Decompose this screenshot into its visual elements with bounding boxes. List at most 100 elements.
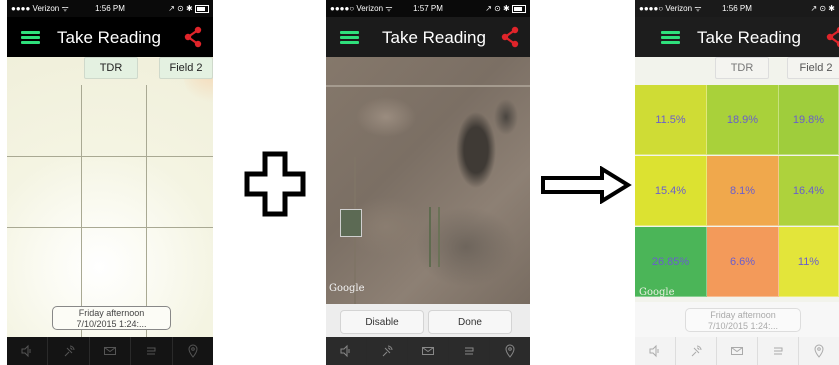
moisture-value: 11.5% [655, 113, 686, 126]
reading-grid-area[interactable]: TDR Field 2 11.5% 18.9% 19.8% 15.4% 8.1% 16.4… [635, 57, 839, 337]
tab-volume[interactable] [326, 337, 367, 365]
satellite-icon [382, 345, 393, 357]
satellite-map[interactable]: Google [326, 57, 530, 304]
envelope-icon [104, 347, 117, 355]
status-icons: ↗ ⊙ ✱ [810, 4, 835, 13]
button-row: Disable Done [326, 304, 530, 337]
hamburger-menu-icon[interactable] [661, 31, 680, 44]
moisture-cell[interactable]: 19.8% [779, 85, 839, 155]
status-icons: ↗ ⊙ ✱ [168, 4, 209, 13]
map-road [438, 207, 440, 267]
field-selector[interactable]: Field 2 [787, 57, 839, 79]
tab-satellite[interactable] [48, 337, 90, 365]
farmstead [340, 209, 362, 237]
google-watermark: Google [639, 287, 675, 298]
lower-panel: Friday afternoon 7/10/2015 1:24:... [635, 302, 839, 337]
battery-icon [512, 4, 526, 13]
battery-icon [195, 4, 209, 13]
timestamp-day: Friday afternoon [78, 308, 145, 318]
google-watermark: Google [329, 283, 365, 294]
tab-location[interactable] [799, 337, 839, 365]
map-road [429, 207, 431, 267]
tab-volume[interactable] [635, 337, 676, 365]
right-arrow-icon [541, 166, 632, 204]
moisture-value: 11% [797, 255, 820, 268]
satellite-icon [64, 345, 75, 357]
done-button[interactable]: Done [428, 310, 512, 334]
plus-outline-icon [244, 151, 306, 217]
page-title: Take Reading [382, 28, 486, 47]
nav-bar: Take Reading [635, 17, 839, 57]
page-title: Take Reading [697, 28, 801, 47]
tab-transfer[interactable] [449, 337, 490, 365]
grid-line [146, 85, 147, 337]
tab-satellite[interactable] [676, 337, 717, 365]
clock-label: 1:56 PM [722, 4, 752, 13]
moisture-cell[interactable]: 15.4% [635, 156, 707, 226]
disable-button[interactable]: Disable [340, 310, 424, 334]
tab-messages[interactable] [408, 337, 449, 365]
nav-bar: Take Reading [7, 17, 213, 57]
share-icon[interactable] [183, 26, 203, 48]
status-bar: ●●●●○ Verizon ᯤ 1:57 PM ↗ ⊙ ✱ [326, 0, 530, 17]
tab-volume[interactable] [7, 337, 49, 365]
tab-messages[interactable] [717, 337, 758, 365]
tdr-button[interactable]: TDR [715, 57, 769, 79]
phone-screen-result: ●●●●○ Verizon ᯤ 1:56 PM ↗ ⊙ ✱ Take Readi… [635, 0, 839, 365]
hamburger-menu-icon[interactable] [21, 31, 40, 44]
page-title: Take Reading [57, 28, 161, 47]
transfer-icon [774, 347, 783, 355]
moisture-cell[interactable]: 11% [779, 227, 839, 297]
tab-satellite[interactable] [367, 337, 408, 365]
tab-transfer[interactable] [131, 337, 173, 365]
moisture-value: 18.9% [726, 113, 759, 126]
transfer-icon [465, 347, 474, 355]
tab-transfer[interactable] [758, 337, 799, 365]
grid-line [81, 85, 82, 337]
moisture-value: 26.85% [651, 255, 690, 268]
moisture-value: 16.4% [792, 184, 825, 197]
tdr-button[interactable]: TDR [84, 57, 138, 79]
status-symbols: ↗ ⊙ ✱ [810, 4, 835, 13]
status-bar: ●●●● Verizon ᯤ 1:56 PM ↗ ⊙ ✱ [7, 0, 213, 17]
speaker-icon [649, 344, 659, 358]
status-symbols: ↗ ⊙ ✱ [485, 4, 510, 13]
timestamp-box[interactable]: Friday afternoon 7/10/2015 1:24:... [685, 308, 801, 332]
moisture-cell[interactable]: 18.9% [707, 85, 779, 155]
timestamp-date: 7/10/2015 1:24:... [707, 321, 779, 331]
moisture-cell[interactable]: 11.5% [635, 85, 707, 155]
phone-screen-initial: ●●●● Verizon ᯤ 1:56 PM ↗ ⊙ ✱ Take Readin… [7, 0, 213, 365]
tab-bar [326, 337, 530, 365]
moisture-cell[interactable]: 16.4% [779, 156, 839, 226]
tab-messages[interactable] [90, 337, 132, 365]
moisture-cell[interactable]: 8.1% [707, 156, 779, 226]
tab-bar [635, 337, 839, 365]
moisture-value: 8.1% [729, 184, 756, 197]
tab-location[interactable] [490, 337, 530, 365]
envelope-icon [422, 347, 434, 355]
speaker-icon [21, 344, 31, 358]
tab-bar [7, 337, 213, 365]
tab-location[interactable] [173, 337, 213, 365]
field-selector[interactable]: Field 2 [159, 57, 213, 79]
moisture-value: 19.8% [792, 113, 825, 126]
phone-screen-map: ●●●●○ Verizon ᯤ 1:57 PM ↗ ⊙ ✱ Take Readi… [326, 0, 530, 365]
reading-canvas[interactable]: TDR Field 2 Friday afternoon 7/10/2015 1… [7, 57, 213, 337]
map-pin-icon [505, 344, 515, 358]
speaker-icon [340, 344, 350, 358]
map-road [326, 85, 530, 87]
envelope-icon [731, 347, 743, 355]
timestamp-box[interactable]: Friday afternoon 7/10/2015 1:24:... [52, 306, 171, 330]
share-icon[interactable] [500, 26, 520, 48]
moisture-value: 15.4% [654, 184, 687, 197]
status-symbols: ↗ ⊙ ✱ [168, 4, 193, 13]
grid-line [7, 156, 213, 157]
status-bar: ●●●●○ Verizon ᯤ 1:56 PM ↗ ⊙ ✱ [635, 0, 839, 17]
share-icon[interactable] [825, 26, 839, 48]
grid-line [7, 227, 213, 228]
transfer-icon [147, 347, 156, 355]
hamburger-menu-icon[interactable] [340, 31, 359, 44]
satellite-icon [691, 345, 702, 357]
map-area[interactable]: Google Disable Done [326, 57, 530, 337]
moisture-cell[interactable]: 6.6% [707, 227, 779, 297]
